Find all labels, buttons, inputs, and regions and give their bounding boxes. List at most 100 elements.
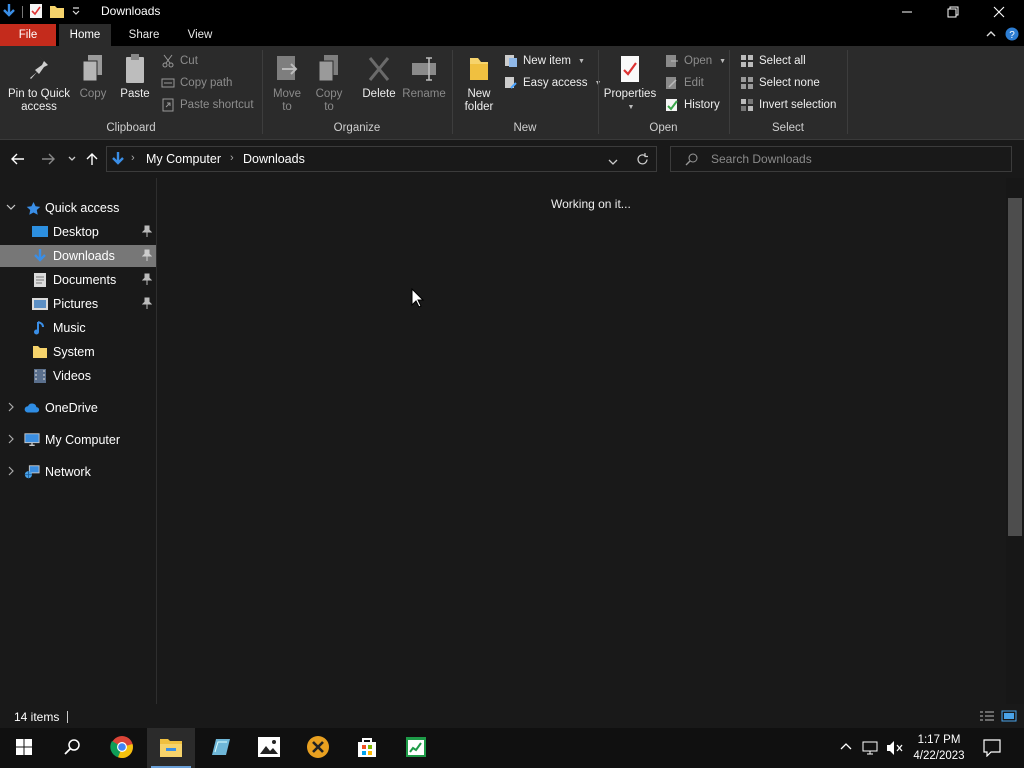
- new-folder-qat-icon[interactable]: [49, 3, 65, 22]
- minimize-button[interactable]: [884, 0, 930, 24]
- cut-button[interactable]: Cut: [161, 52, 198, 70]
- expanded-chevron-icon[interactable]: [6, 202, 16, 214]
- pin-icon[interactable]: [141, 297, 153, 312]
- help-icon[interactable]: ?: [1005, 27, 1019, 44]
- paste-button[interactable]: Paste: [118, 52, 152, 101]
- easy-access-button[interactable]: Easy access ▼: [504, 74, 602, 92]
- forward-button[interactable]: [38, 150, 58, 168]
- taskbar: 1:17 PM 4/22/2023: [0, 728, 1024, 768]
- paste-shortcut-button[interactable]: Paste shortcut: [161, 96, 254, 114]
- open-button[interactable]: Open ▼: [665, 52, 726, 70]
- sidebar-item-music[interactable]: Music: [0, 317, 156, 339]
- onedrive-label: OneDrive: [45, 401, 98, 415]
- address-history-chevron-icon[interactable]: [607, 155, 619, 169]
- up-button[interactable]: [82, 150, 102, 168]
- pin-to-quick-access-button[interactable]: Pin to Quick access: [4, 52, 74, 114]
- network-tray-icon[interactable]: [862, 740, 880, 759]
- start-button[interactable]: [0, 728, 48, 768]
- sidebar-item-videos[interactable]: Videos: [0, 365, 156, 387]
- tab-file[interactable]: File: [0, 24, 56, 46]
- volume-muted-icon[interactable]: [886, 740, 904, 759]
- breadcrumb-downloads[interactable]: Downloads: [243, 152, 305, 166]
- onedrive-cloud-icon: [24, 400, 40, 416]
- pin-icon[interactable]: [141, 225, 153, 240]
- breadcrumb-my-computer[interactable]: My Computer: [146, 152, 221, 166]
- new-item-button[interactable]: New item ▼: [504, 52, 585, 70]
- nav-network[interactable]: Network: [0, 461, 156, 483]
- select-all-button[interactable]: Select all: [740, 52, 806, 70]
- invert-selection-button[interactable]: Invert selection: [740, 96, 836, 114]
- videos-icon: [32, 368, 48, 384]
- nav-onedrive[interactable]: OneDrive: [0, 397, 156, 419]
- tab-view[interactable]: View: [174, 24, 226, 46]
- properties-qat-icon[interactable]: [29, 3, 43, 22]
- large-icons-view-icon[interactable]: [1001, 709, 1017, 723]
- pin-icon[interactable]: [141, 273, 153, 288]
- collapsed-chevron-icon[interactable]: [6, 434, 16, 446]
- recent-locations-chevron-icon[interactable]: [62, 150, 82, 168]
- minimize-ribbon-chevron-icon[interactable]: [985, 27, 997, 44]
- search-box[interactable]: Search Downloads: [670, 146, 1012, 172]
- history-label: History: [684, 99, 720, 111]
- taskbar-notepad[interactable]: [196, 728, 244, 768]
- restore-button[interactable]: [930, 0, 976, 24]
- computer-icon: [24, 432, 40, 448]
- star-icon: [25, 200, 41, 216]
- new-item-icon: [504, 54, 518, 68]
- vertical-scrollbar[interactable]: [1006, 178, 1024, 704]
- taskbar-file-explorer[interactable]: [147, 728, 195, 768]
- taskbar-sheets[interactable]: [392, 728, 440, 768]
- sidebar-item-pictures[interactable]: Pictures: [0, 293, 156, 315]
- status-bar: 14 items: [0, 704, 1024, 730]
- notifications-icon[interactable]: [983, 739, 1001, 760]
- taskbar-search-button[interactable]: [48, 728, 96, 768]
- sidebar-item-documents[interactable]: Documents: [0, 269, 156, 291]
- collapsed-chevron-icon[interactable]: [6, 466, 16, 478]
- show-hidden-icons-chevron-icon[interactable]: [839, 740, 853, 755]
- copy-to-label-2: to: [324, 101, 334, 113]
- new-folder-button[interactable]: New folder: [459, 52, 499, 114]
- copy-to-button[interactable]: Copy to: [312, 52, 346, 114]
- tab-home[interactable]: Home: [59, 24, 111, 46]
- select-none-label: Select none: [759, 77, 820, 89]
- sidebar-item-desktop[interactable]: Desktop: [0, 221, 156, 243]
- properties-button[interactable]: Properties ▼: [603, 52, 657, 114]
- navigation-bar: › My Computer › Downloads Search Downloa…: [0, 141, 1024, 178]
- file-list-pane[interactable]: Working on it...: [158, 178, 1006, 704]
- sidebar-item-downloads[interactable]: Downloads: [0, 245, 156, 267]
- copy-to-label-1: Copy: [315, 88, 343, 100]
- pin-icon[interactable]: [141, 249, 153, 264]
- sidebar-item-label: System: [53, 345, 95, 359]
- scrollbar-thumb[interactable]: [1008, 198, 1022, 536]
- easy-access-icon: [504, 76, 518, 90]
- address-bar[interactable]: › My Computer › Downloads: [106, 146, 657, 172]
- taskbar-photos[interactable]: [245, 728, 293, 768]
- taskbar-store[interactable]: [343, 728, 391, 768]
- breadcrumb-chevron-icon[interactable]: ›: [131, 152, 135, 164]
- rename-button[interactable]: Rename: [402, 52, 446, 101]
- refresh-icon[interactable]: [636, 153, 649, 169]
- sidebar-item-label: Pictures: [53, 297, 99, 311]
- details-view-icon[interactable]: [979, 709, 995, 723]
- taskbar-chrome[interactable]: [98, 728, 146, 768]
- tab-share[interactable]: Share: [116, 24, 172, 46]
- select-none-button[interactable]: Select none: [740, 74, 820, 92]
- close-button[interactable]: [976, 0, 1022, 24]
- history-button[interactable]: History: [665, 96, 720, 114]
- edit-button[interactable]: Edit: [665, 74, 704, 92]
- copy-button[interactable]: Copy: [76, 52, 110, 101]
- group-label-open: Open: [649, 122, 678, 134]
- sidebar-item-system[interactable]: System: [0, 341, 156, 363]
- customize-qat-chevron-icon[interactable]: [71, 5, 81, 19]
- breadcrumb-chevron-icon[interactable]: ›: [230, 152, 234, 164]
- nav-my-computer[interactable]: My Computer: [0, 429, 156, 451]
- item-count: 14 items: [14, 710, 60, 724]
- taskbar-xmind[interactable]: [294, 728, 342, 768]
- back-button[interactable]: [8, 150, 28, 168]
- system-clock[interactable]: 1:17 PM 4/22/2023: [905, 732, 973, 764]
- copy-path-button[interactable]: Copy path: [161, 74, 232, 92]
- move-to-button[interactable]: Move to: [270, 52, 304, 114]
- delete-button[interactable]: Delete: [360, 52, 398, 101]
- collapsed-chevron-icon[interactable]: [6, 402, 16, 414]
- nav-quick-access[interactable]: Quick access: [0, 197, 156, 219]
